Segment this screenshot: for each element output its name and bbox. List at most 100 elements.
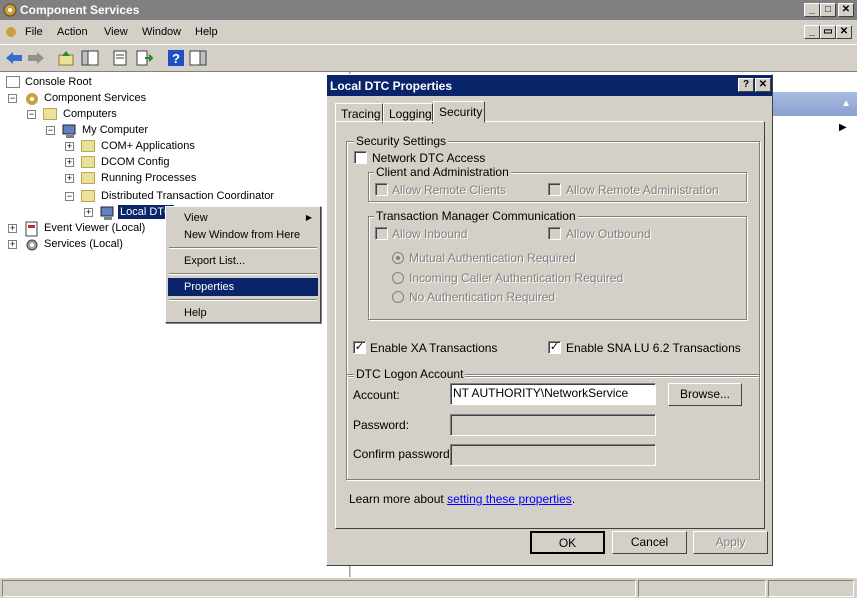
allow-inbound-checkbox[interactable]	[375, 227, 388, 240]
allow-remote-admin-checkbox[interactable]	[548, 183, 561, 196]
ctx-new-window[interactable]: New Window from Here	[168, 226, 318, 244]
cancel-button[interactable]: Cancel	[612, 531, 687, 554]
dialog-title: Local DTC Properties	[330, 79, 453, 93]
menu-file[interactable]: File	[25, 26, 43, 38]
local-dtc-properties-dialog: Local DTC Properties ? ✕ Tracing Logging…	[326, 74, 773, 566]
menu-separator	[169, 247, 317, 249]
security-settings-label: Security Settings	[354, 134, 449, 148]
collapse-icon[interactable]: −	[46, 126, 55, 135]
enable-sna-checkbox[interactable]: ✓	[548, 341, 561, 354]
ok-button[interactable]: OK	[530, 531, 605, 554]
confirm-password-input[interactable]	[450, 444, 656, 466]
browse-button[interactable]: Browse...	[668, 383, 742, 406]
password-label: Password:	[353, 418, 410, 432]
show-hide-action-pane-icon[interactable]	[188, 49, 208, 67]
password-input[interactable]	[450, 414, 656, 436]
mmc-doc-icon	[6, 27, 16, 37]
child-minimize-button[interactable]: _	[804, 25, 820, 39]
ctx-view[interactable]: View ▶	[168, 209, 318, 227]
component-services-icon	[3, 3, 17, 17]
expand-icon[interactable]: +	[8, 224, 17, 233]
status-panel	[638, 580, 766, 597]
ctx-export-list[interactable]: Export List...	[168, 252, 318, 270]
tree-component-services[interactable]: − Component Services	[8, 91, 208, 107]
ctx-properties[interactable]: Properties	[168, 278, 318, 296]
tree-com-applications[interactable]: + COM+ Applications	[65, 139, 265, 155]
incoming-auth-label: Incoming Caller Authentication Required	[409, 271, 624, 285]
properties-icon[interactable]	[110, 49, 130, 67]
collapse-up-icon[interactable]: ▲	[841, 98, 851, 109]
collapse-icon[interactable]: −	[27, 110, 36, 119]
menu-view[interactable]: View	[104, 26, 128, 38]
learn-more-link[interactable]: setting these properties	[447, 492, 572, 506]
enable-xa-label: Enable XA Transactions	[370, 341, 498, 355]
network-dtc-access-label: Network DTC Access	[372, 151, 486, 165]
tree-dcom-config[interactable]: + DCOM Config	[65, 155, 265, 171]
tree-running-processes[interactable]: + Running Processes	[65, 171, 265, 187]
menu-separator	[169, 273, 317, 275]
help-icon[interactable]: ?	[166, 49, 186, 67]
expand-icon[interactable]: +	[65, 158, 74, 167]
forward-arrow-icon[interactable]	[26, 49, 46, 67]
allow-remote-clients-checkbox[interactable]	[375, 183, 388, 196]
context-menu: View ▶ New Window from Here Export List.…	[165, 206, 321, 323]
menu-help[interactable]: Help	[195, 26, 218, 38]
mutual-auth-radio[interactable]	[392, 252, 404, 264]
allow-remote-admin-label: Allow Remote Administration	[566, 183, 719, 197]
incoming-auth-radio[interactable]	[392, 272, 404, 284]
toolbar: ?	[0, 44, 857, 72]
submenu-arrow-icon[interactable]: ▶	[839, 122, 847, 133]
tree-computers[interactable]: − Computers	[27, 107, 227, 123]
folder-icon	[81, 190, 95, 202]
expand-icon[interactable]: +	[8, 240, 17, 249]
show-hide-tree-icon[interactable]	[80, 49, 100, 67]
expand-icon[interactable]: +	[65, 142, 74, 151]
tab-security[interactable]: Security	[433, 101, 485, 123]
status-panel	[2, 580, 636, 597]
child-close-button[interactable]: ✕	[836, 25, 852, 39]
account-label: Account:	[353, 388, 400, 402]
status-panel	[768, 580, 854, 597]
maximize-button[interactable]: □	[820, 3, 836, 17]
ctx-help[interactable]: Help	[168, 304, 318, 322]
menu-window[interactable]: Window	[142, 26, 181, 38]
close-button[interactable]: ✕	[838, 3, 854, 17]
learn-more-text: Learn more about setting these propertie…	[349, 492, 576, 506]
menu-bar: File Action View Window Help _ ▭ ✕	[0, 20, 857, 44]
logon-account-label: DTC Logon Account	[354, 367, 466, 381]
folder-icon	[81, 156, 95, 168]
app-title: Component Services	[20, 3, 140, 17]
up-one-level-icon[interactable]	[56, 49, 76, 67]
enable-sna-label: Enable SNA LU 6.2 Transactions	[566, 341, 741, 355]
expand-icon[interactable]: +	[84, 208, 93, 217]
component-services-icon	[26, 93, 38, 105]
dialog-close-button[interactable]: ✕	[755, 78, 771, 92]
child-restore-button[interactable]: ▭	[820, 25, 836, 39]
confirm-password-label: Confirm password:	[353, 447, 454, 461]
collapse-icon[interactable]: −	[65, 192, 74, 201]
no-auth-label: No Authentication Required	[409, 290, 556, 304]
menu-action[interactable]: Action	[57, 26, 88, 38]
no-auth-radio[interactable]	[392, 291, 404, 303]
minimize-button[interactable]: _	[804, 3, 820, 17]
svg-text:?: ?	[172, 51, 180, 66]
collapse-icon[interactable]: −	[8, 94, 17, 103]
dialog-help-button[interactable]: ?	[738, 78, 754, 92]
tree-my-computer[interactable]: − My Computer	[46, 123, 246, 139]
tm-communication-label: Transaction Manager Communication	[374, 209, 578, 223]
services-gear-icon	[26, 239, 38, 251]
tree-dtc[interactable]: − Distributed Transaction Coordinator	[65, 189, 325, 205]
computer-icon	[62, 124, 76, 138]
expand-icon[interactable]: +	[65, 174, 74, 183]
folder-icon	[81, 172, 95, 184]
console-tree: Console Root − Component Services − Comp…	[0, 72, 350, 577]
allow-outbound-checkbox[interactable]	[548, 227, 561, 240]
dialog-title-bar: Local DTC Properties ? ✕	[327, 75, 772, 96]
account-input[interactable]: NT AUTHORITY\NetworkService	[450, 383, 656, 405]
back-arrow-icon[interactable]	[4, 49, 24, 67]
network-dtc-access-checkbox[interactable]	[354, 151, 367, 164]
export-list-icon[interactable]	[134, 49, 154, 67]
apply-button[interactable]: Apply	[693, 531, 768, 554]
menu-separator	[169, 299, 317, 301]
enable-xa-checkbox[interactable]: ✓	[353, 341, 366, 354]
